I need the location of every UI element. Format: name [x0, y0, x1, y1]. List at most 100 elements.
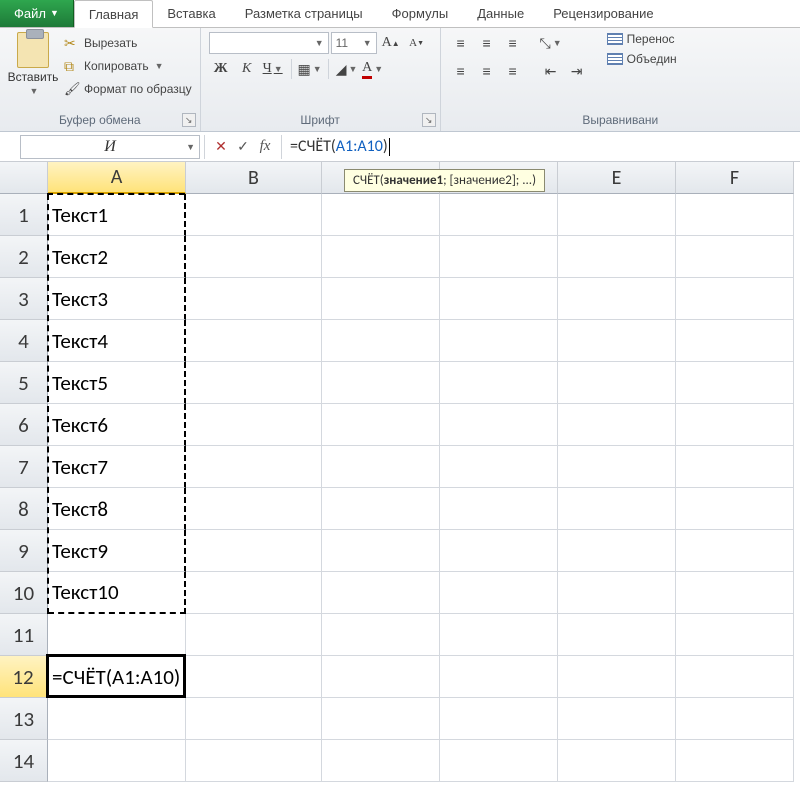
row-header-9[interactable]: 9 — [0, 530, 48, 572]
tab-page-layout[interactable]: Разметка страницы — [231, 0, 378, 27]
row-header-3[interactable]: 3 — [0, 278, 48, 320]
cell-A11[interactable] — [48, 614, 186, 656]
cell-F11[interactable] — [676, 614, 794, 656]
row-header-2[interactable]: 2 — [0, 236, 48, 278]
select-all-corner[interactable] — [0, 162, 48, 194]
cell-E4[interactable] — [558, 320, 676, 362]
font-color-button[interactable]: A▼ — [361, 58, 385, 80]
cell-D6[interactable] — [440, 404, 558, 446]
cell-E2[interactable] — [558, 236, 676, 278]
borders-button[interactable]: ▦▼ — [298, 58, 322, 80]
row-header-13[interactable]: 13 — [0, 698, 48, 740]
chevron-down-icon[interactable]: ▼ — [186, 142, 195, 152]
row-header-4[interactable]: 4 — [0, 320, 48, 362]
cell-F5[interactable] — [676, 362, 794, 404]
cell-D14[interactable] — [440, 740, 558, 782]
cell-F14[interactable] — [676, 740, 794, 782]
cell-D13[interactable] — [440, 698, 558, 740]
cell-E5[interactable] — [558, 362, 676, 404]
cell-B13[interactable] — [186, 698, 322, 740]
cell-C12[interactable] — [322, 656, 440, 698]
column-header-F[interactable]: F — [676, 162, 794, 194]
cell-E1[interactable] — [558, 194, 676, 236]
cell-D11[interactable] — [440, 614, 558, 656]
font-dialog-launcher[interactable]: ↘ — [422, 113, 436, 127]
cell-D2[interactable] — [440, 236, 558, 278]
row-header-11[interactable]: 11 — [0, 614, 48, 656]
cell-F3[interactable] — [676, 278, 794, 320]
cell-B2[interactable] — [186, 236, 322, 278]
cell-D10[interactable] — [440, 572, 558, 614]
cell-D1[interactable] — [440, 194, 558, 236]
cell-A5[interactable]: Текст5 — [48, 362, 186, 404]
cell-B5[interactable] — [186, 362, 322, 404]
increase-indent-button[interactable]: ⇥ — [565, 60, 589, 82]
cell-B3[interactable] — [186, 278, 322, 320]
row-header-8[interactable]: 8 — [0, 488, 48, 530]
spreadsheet-grid[interactable]: ABCDEF1Текст12Текст23Текст34Текст45Текст… — [0, 162, 800, 782]
cell-C9[interactable] — [322, 530, 440, 572]
cell-A2[interactable]: Текст2 — [48, 236, 186, 278]
chevron-down-icon[interactable]: ▼ — [30, 86, 39, 96]
align-right-button[interactable]: ≡ — [501, 60, 525, 82]
cell-B1[interactable] — [186, 194, 322, 236]
tab-file[interactable]: Файл ▼ — [0, 0, 74, 27]
row-header-7[interactable]: 7 — [0, 446, 48, 488]
cell-D7[interactable] — [440, 446, 558, 488]
cell-C7[interactable] — [322, 446, 440, 488]
cell-A10[interactable]: Текст10 — [48, 572, 186, 614]
tab-home[interactable]: Главная — [74, 0, 153, 28]
cell-A6[interactable]: Текст6 — [48, 404, 186, 446]
row-header-6[interactable]: 6 — [0, 404, 48, 446]
cell-F8[interactable] — [676, 488, 794, 530]
cell-D9[interactable] — [440, 530, 558, 572]
cell-B6[interactable] — [186, 404, 322, 446]
orientation-button[interactable]: ⤡▼ — [539, 32, 563, 54]
cell-E13[interactable] — [558, 698, 676, 740]
decrease-indent-button[interactable]: ⇤ — [539, 60, 563, 82]
cut-button[interactable]: Вырезать — [64, 32, 192, 54]
cell-D3[interactable] — [440, 278, 558, 320]
cancel-formula-button[interactable]: ✕ — [211, 137, 231, 157]
cell-B11[interactable] — [186, 614, 322, 656]
cell-A7[interactable]: Текст7 — [48, 446, 186, 488]
enter-formula-button[interactable]: ✓ — [233, 137, 253, 157]
format-painter-button[interactable]: Формат по образцу — [64, 78, 192, 100]
cell-C6[interactable] — [322, 404, 440, 446]
cell-C13[interactable] — [322, 698, 440, 740]
cell-E6[interactable] — [558, 404, 676, 446]
cell-E3[interactable] — [558, 278, 676, 320]
wrap-text-button[interactable]: Перенос — [607, 32, 677, 46]
cell-C5[interactable] — [322, 362, 440, 404]
cell-A14[interactable] — [48, 740, 186, 782]
copy-button[interactable]: Копировать ▼ — [64, 55, 192, 77]
cell-B12[interactable] — [186, 656, 322, 698]
cell-A8[interactable]: Текст8 — [48, 488, 186, 530]
align-middle-button[interactable]: ≡ — [475, 32, 499, 54]
cell-B7[interactable] — [186, 446, 322, 488]
fill-color-button[interactable]: ◢▼ — [335, 58, 359, 80]
cell-D4[interactable] — [440, 320, 558, 362]
bold-button[interactable]: Ж — [209, 58, 233, 80]
cell-B8[interactable] — [186, 488, 322, 530]
cell-C1[interactable] — [322, 194, 440, 236]
column-header-E[interactable]: E — [558, 162, 676, 194]
cell-C11[interactable] — [322, 614, 440, 656]
cell-F7[interactable] — [676, 446, 794, 488]
tab-formulas[interactable]: Формулы — [378, 0, 464, 27]
cell-F10[interactable] — [676, 572, 794, 614]
cell-B10[interactable] — [186, 572, 322, 614]
cell-A13[interactable] — [48, 698, 186, 740]
cell-C2[interactable] — [322, 236, 440, 278]
merge-button[interactable]: Объедин — [607, 52, 677, 66]
cell-A3[interactable]: Текст3 — [48, 278, 186, 320]
cell-E10[interactable] — [558, 572, 676, 614]
cell-C8[interactable] — [322, 488, 440, 530]
tab-data[interactable]: Данные — [463, 0, 539, 27]
cell-D5[interactable] — [440, 362, 558, 404]
column-header-A[interactable]: A — [48, 162, 186, 194]
decrease-font-button[interactable]: A▼ — [405, 32, 429, 54]
font-family-select[interactable]: ▼ — [209, 32, 329, 54]
italic-button[interactable]: К — [235, 58, 259, 80]
cell-E11[interactable] — [558, 614, 676, 656]
